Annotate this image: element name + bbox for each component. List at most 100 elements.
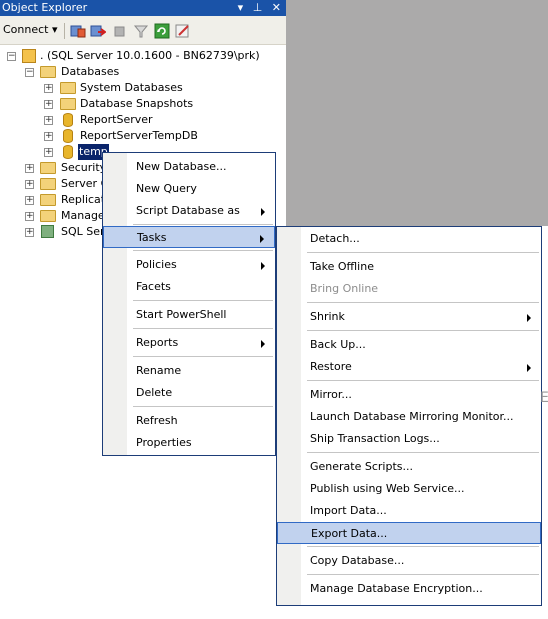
expand-icon[interactable]: + xyxy=(44,132,53,141)
database-context-menu: New Database... New Query Script Databas… xyxy=(102,152,276,456)
menu-separator xyxy=(133,328,273,329)
menu-item-publish-web-service[interactable]: Publish using Web Service... xyxy=(277,478,541,500)
tree-node-management[interactable]: + Manager xyxy=(0,208,109,224)
tree-node-system-databases[interactable]: + System Databases xyxy=(0,80,286,96)
menu-item-back-up[interactable]: Back Up... xyxy=(277,334,541,356)
menu-item-script-database-as[interactable]: Script Database as xyxy=(103,200,275,222)
menu-separator xyxy=(133,300,273,301)
tree-node-reportservertempdb[interactable]: + ReportServerTempDB xyxy=(0,128,286,144)
menu-item-refresh[interactable]: Refresh xyxy=(103,410,275,432)
menu-item-mirror[interactable]: Mirror... xyxy=(277,384,541,406)
collapse-icon[interactable]: − xyxy=(25,68,34,77)
object-explorer-titlebar: Object Explorer ▾ ⊥ ✕ xyxy=(0,0,286,16)
menu-item-policies[interactable]: Policies xyxy=(103,254,275,276)
database-icon xyxy=(63,129,73,143)
tree-node-database-snapshots[interactable]: + Database Snapshots xyxy=(0,96,286,112)
menu-separator xyxy=(307,302,539,303)
tree-node-server[interactable]: − . (SQL Server 10.0.1600 - BN62739\prk) xyxy=(0,48,286,64)
system-databases-label: System Databases xyxy=(80,81,183,94)
folder-icon xyxy=(40,194,56,206)
menu-item-launch-mirroring-monitor[interactable]: Launch Database Mirroring Monitor... xyxy=(277,406,541,428)
submenu-arrow-icon xyxy=(261,340,265,348)
expand-icon[interactable]: + xyxy=(44,116,53,125)
tree-node-databases[interactable]: − Databases xyxy=(0,64,286,80)
menu-separator xyxy=(133,250,273,251)
background-edge-text: E xyxy=(540,390,548,406)
expand-icon[interactable]: + xyxy=(25,196,34,205)
menu-item-start-powershell[interactable]: Start PowerShell xyxy=(103,304,275,326)
expand-icon[interactable]: + xyxy=(44,148,53,157)
expand-icon[interactable]: + xyxy=(44,100,53,109)
stop-icon[interactable] xyxy=(112,23,128,39)
connect-server-icon[interactable] xyxy=(70,23,86,39)
server-label: . (SQL Server 10.0.1600 - BN62739\prk) xyxy=(40,49,260,62)
reportserver-label: ReportServer xyxy=(80,113,153,126)
menu-item-rename[interactable]: Rename xyxy=(103,360,275,382)
menu-separator xyxy=(307,452,539,453)
submenu-arrow-icon xyxy=(261,262,265,270)
menu-separator xyxy=(307,252,539,253)
menu-separator xyxy=(307,330,539,331)
expand-icon[interactable]: + xyxy=(25,180,34,189)
disconnect-server-icon[interactable] xyxy=(90,23,107,39)
expand-icon[interactable]: + xyxy=(25,212,34,221)
menu-item-facets[interactable]: Facets xyxy=(103,276,275,298)
security-label: Security xyxy=(61,161,107,174)
menu-item-take-offline[interactable]: Take Offline xyxy=(277,256,541,278)
menu-item-generate-scripts[interactable]: Generate Scripts... xyxy=(277,456,541,478)
menu-item-shrink[interactable]: Shrink xyxy=(277,306,541,328)
menu-item-copy-database[interactable]: Copy Database... xyxy=(277,550,541,572)
menu-item-ship-transaction-logs[interactable]: Ship Transaction Logs... xyxy=(277,428,541,450)
expand-icon[interactable]: + xyxy=(44,84,53,93)
database-snapshots-label: Database Snapshots xyxy=(80,97,194,110)
menu-item-manage-encryption[interactable]: Manage Database Encryption... xyxy=(277,578,541,600)
refresh-icon[interactable] xyxy=(154,23,170,39)
sql-agent-icon xyxy=(41,225,54,238)
toolbar-separator xyxy=(64,23,65,39)
menu-separator xyxy=(307,380,539,381)
collapse-icon[interactable]: − xyxy=(7,52,16,61)
menu-item-tasks[interactable]: Tasks xyxy=(103,226,275,248)
menu-item-delete[interactable]: Delete xyxy=(103,382,275,404)
menu-item-new-database[interactable]: New Database... xyxy=(103,156,275,178)
pin-icon[interactable]: ⊥ xyxy=(253,1,266,14)
menu-separator xyxy=(307,574,539,575)
menu-item-reports[interactable]: Reports xyxy=(103,332,275,354)
menu-item-restore[interactable]: Restore xyxy=(277,356,541,378)
database-icon xyxy=(63,145,73,159)
tree-node-sql-agent[interactable]: + SQL Serv xyxy=(0,224,111,240)
tree-node-server-objects[interactable]: + Server O xyxy=(0,176,109,192)
object-explorer-toolbar: Connect ▾ xyxy=(0,16,286,45)
filter-icon[interactable] xyxy=(133,23,149,39)
databases-label: Databases xyxy=(61,65,120,78)
menu-item-properties[interactable]: Properties xyxy=(103,432,275,454)
menu-separator xyxy=(133,356,273,357)
menu-item-import-data[interactable]: Import Data... xyxy=(277,500,541,522)
document-area-background xyxy=(286,0,548,226)
menu-separator xyxy=(133,224,273,225)
dropdown-icon[interactable]: ▾ xyxy=(238,1,247,14)
folder-icon xyxy=(40,210,56,222)
menu-item-export-data[interactable]: Export Data... xyxy=(277,522,541,544)
tree-node-reportserver[interactable]: + ReportServer xyxy=(0,112,286,128)
submenu-arrow-icon xyxy=(527,364,531,372)
menu-item-detach[interactable]: Detach... xyxy=(277,228,541,250)
panel-window-controls[interactable]: ▾ ⊥ ✕ xyxy=(238,0,284,16)
reportservertempdb-label: ReportServerTempDB xyxy=(80,129,198,142)
connect-button[interactable]: Connect ▾ xyxy=(3,23,58,36)
tree-node-security[interactable]: + Security xyxy=(0,160,106,176)
menu-item-new-query[interactable]: New Query xyxy=(103,178,275,200)
submenu-arrow-icon xyxy=(260,235,264,243)
close-icon[interactable]: ✕ xyxy=(272,1,284,14)
folder-icon xyxy=(40,66,56,78)
menu-separator xyxy=(133,406,273,407)
expand-icon[interactable]: + xyxy=(25,228,34,237)
summary-icon[interactable] xyxy=(175,23,191,39)
submenu-arrow-icon xyxy=(527,314,531,322)
folder-icon xyxy=(40,162,56,174)
menu-item-bring-online: Bring Online xyxy=(310,282,379,295)
database-icon xyxy=(63,113,73,127)
tasks-submenu: Detach... Take Offline Bring Online Shri… xyxy=(276,226,542,606)
tree-node-replication[interactable]: + Replicati xyxy=(0,192,108,208)
expand-icon[interactable]: + xyxy=(25,164,34,173)
